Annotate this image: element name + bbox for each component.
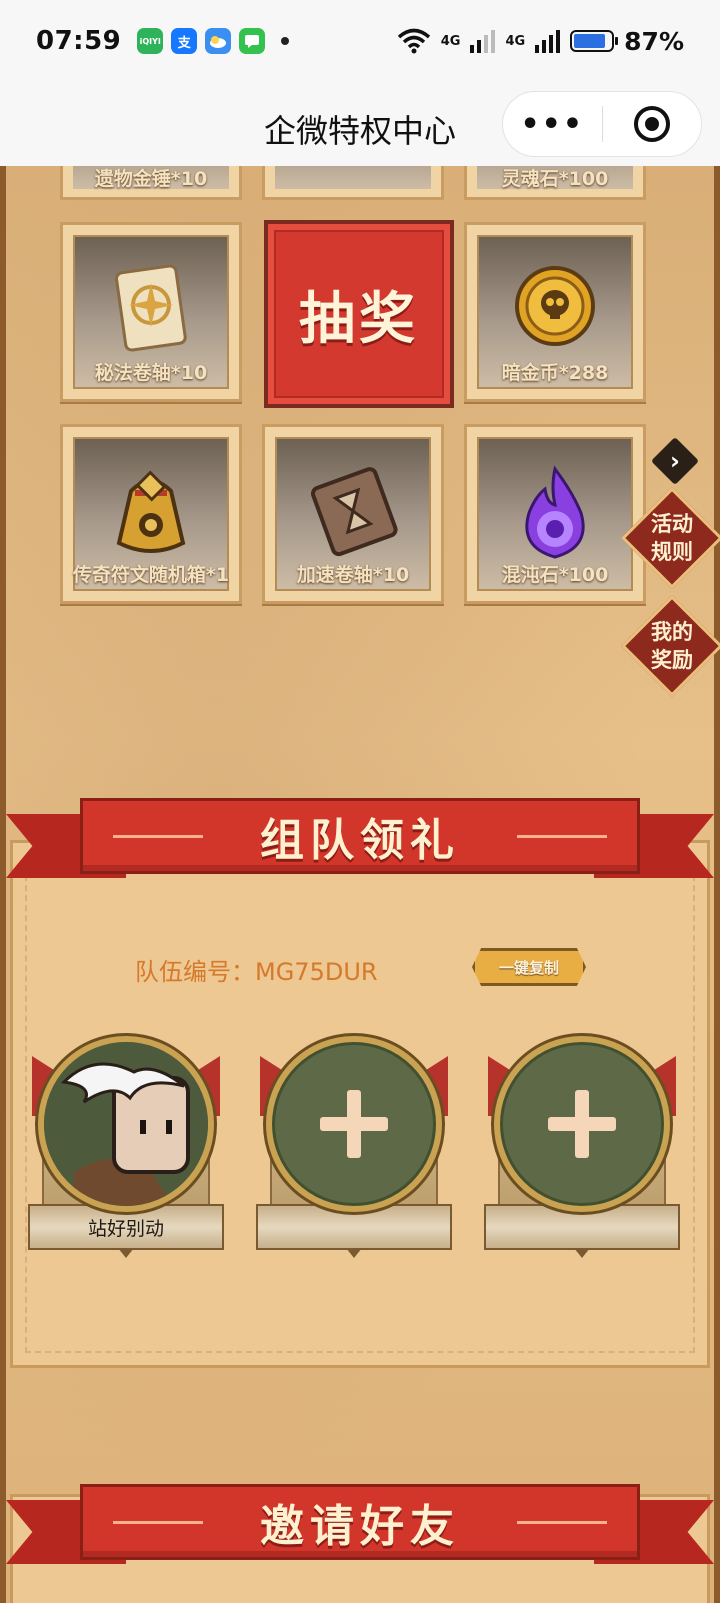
prize-card-top-3: 灵魂石*100 [464, 166, 646, 200]
invite-banner: 邀请好友 [0, 1484, 720, 1576]
prize-label: 加速卷轴*10 [296, 564, 410, 586]
team-member-slot-1: 站好别动 [28, 1036, 224, 1266]
prize-card-arcane-scroll: 秘法卷轴*10 [60, 222, 242, 402]
rune-bag-icon [116, 470, 186, 553]
notification-icons: iQIYI 支 [137, 28, 290, 54]
invite-member-button[interactable] [494, 1036, 670, 1212]
mini-program-capsule: ••• [502, 91, 702, 157]
chaos-flame-icon [525, 465, 585, 559]
hourglass-scroll-icon [310, 467, 398, 557]
member-name: 站好别动 [87, 1217, 164, 1240]
copy-button-label: 一键复制 [498, 958, 559, 977]
prize-card-legendary-rune-box: 传奇符文随机箱*1 [60, 424, 242, 604]
wifi-icon [397, 28, 430, 54]
rewards-line-1: 我的 [651, 620, 693, 644]
invite-banner-title: 邀请好友 [260, 1501, 460, 1552]
plus-icon [548, 1090, 616, 1158]
rules-line-2: 规则 [651, 540, 693, 564]
draw-button-label: 抽奖 [299, 286, 419, 352]
skull-coin-icon [515, 266, 595, 346]
battery-icon [570, 30, 619, 52]
nav-header: 企微特权中心 ••• [0, 82, 720, 166]
target-icon [633, 106, 670, 142]
team-id: 队伍编号：MG75DUR [135, 958, 378, 986]
plus-icon [320, 1090, 388, 1158]
network-type-1: 4G [440, 33, 461, 49]
status-bar: 07:59 iQIYI 支 4G 4G 87% [0, 0, 720, 82]
prize-label: 秘法卷轴*10 [94, 362, 208, 384]
prize-label: 传奇符文随机箱*1 [72, 564, 230, 586]
weather-icon [205, 28, 232, 54]
signal-bars-2-icon [535, 29, 561, 53]
team-member-slot-3 [484, 1036, 680, 1266]
prize-card-chaos-stone: 混沌石*100 [464, 424, 646, 604]
prize-card-dark-gold-coin: 暗金币*288 [464, 222, 646, 402]
activity-rules-label: 活动 规则 [636, 510, 708, 566]
draw-lottery-button[interactable]: 抽奖 [264, 220, 454, 408]
character-avatar-icon [44, 1042, 208, 1206]
my-rewards-label: 我的 奖励 [636, 618, 708, 674]
arcane-scroll-icon [115, 264, 187, 352]
prize-label: 灵魂石*100 [501, 168, 609, 190]
copy-team-id-button[interactable]: 一键复制 [472, 948, 586, 986]
avatar[interactable] [38, 1036, 214, 1212]
team-banner-title: 组队领礼 [260, 815, 460, 866]
prize-label: 暗金币*288 [501, 362, 609, 384]
chevron-right-icon: › [670, 447, 680, 475]
alipay-icon: 支 [171, 28, 198, 54]
signal-bars-1-icon [470, 29, 496, 53]
invite-member-button[interactable] [266, 1036, 442, 1212]
more-notifications-dot [281, 37, 290, 45]
prize-card-top-2 [262, 166, 444, 200]
status-time: 07:59 [36, 26, 122, 56]
team-banner: 组队领礼 [0, 798, 720, 890]
iqiyi-icon: iQIYI [137, 28, 164, 54]
more-menu-button[interactable]: ••• [503, 107, 602, 142]
prize-label: 混沌石*100 [501, 564, 609, 586]
close-mini-program-button[interactable] [603, 106, 702, 142]
prize-card-top-1: 遗物金锤*10 [60, 166, 242, 200]
battery-percent: 87% [624, 26, 684, 56]
prize-card-speed-scroll: 加速卷轴*10 [262, 424, 444, 604]
network-type-2: 4G [505, 33, 526, 49]
prize-label: 遗物金锤*10 [94, 168, 208, 190]
team-member-slot-2 [256, 1036, 452, 1266]
rules-line-1: 活动 [651, 512, 693, 536]
messages-icon [239, 28, 266, 54]
rewards-line-2: 奖励 [651, 648, 693, 672]
